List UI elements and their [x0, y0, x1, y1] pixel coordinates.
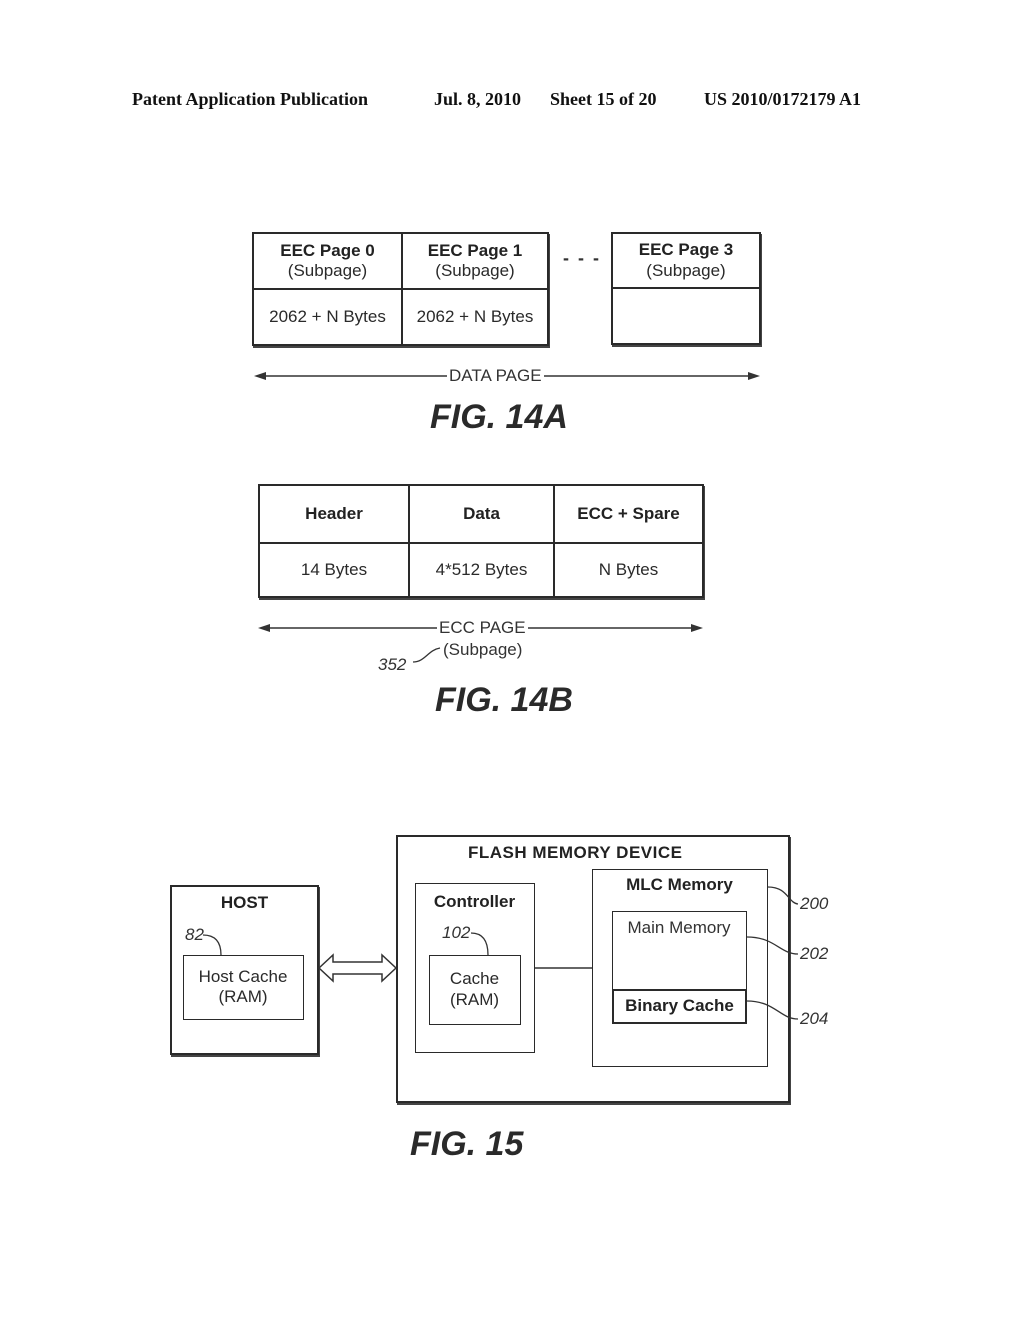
ref-202: 202: [800, 944, 829, 963]
ref-204-leader: [746, 1000, 799, 1020]
ref-204: 204: [800, 1009, 829, 1028]
bidirectional-arrow: [317, 953, 398, 983]
ref-82-leader: [202, 934, 222, 956]
fig-15-connectors: [202, 886, 799, 1020]
ref-102-leader: [470, 932, 489, 956]
ref-200: 200: [800, 894, 829, 913]
fig-15-caption: FIG. 15: [410, 1125, 524, 1163]
ref-202-leader: [746, 936, 799, 955]
ref-200-leader: [767, 886, 799, 905]
